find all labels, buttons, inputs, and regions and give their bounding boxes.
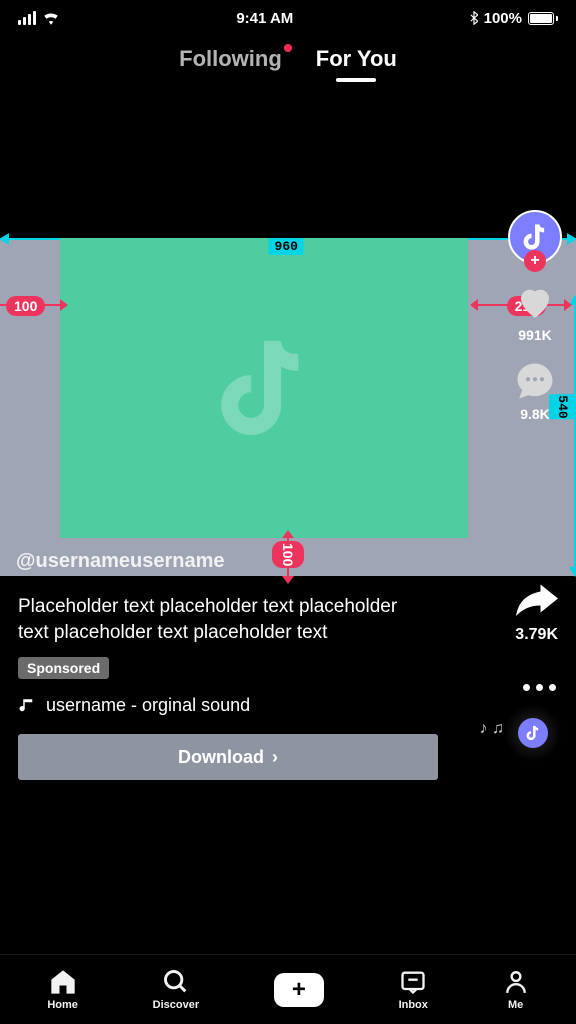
tiktok-logo-icon xyxy=(521,221,549,253)
music-note-icon xyxy=(18,697,36,715)
share-count: 3.79K xyxy=(515,626,558,644)
more-button[interactable] xyxy=(523,684,556,691)
music-notes-icon: ♪ ♫ xyxy=(480,720,504,738)
nav-create[interactable]: + xyxy=(274,973,324,1007)
sponsored-badge: Sponsored xyxy=(18,657,109,679)
margin-bottom-label: 100 xyxy=(272,541,304,568)
post-content: Placeholder text placeholder text placeh… xyxy=(0,576,576,780)
sound-row[interactable]: username - orginal sound xyxy=(18,695,558,716)
inbox-icon xyxy=(399,968,427,996)
download-button[interactable]: Download› xyxy=(18,734,438,780)
disc-logo-icon xyxy=(525,724,541,742)
caption: Placeholder text placeholder text placeh… xyxy=(18,594,398,645)
sound-disc[interactable] xyxy=(504,704,562,762)
comment-count: 9.8K xyxy=(520,406,550,422)
battery-percent: 100% xyxy=(484,10,522,27)
like-button[interactable]: 991K xyxy=(513,280,557,343)
status-time: 9:41 AM xyxy=(236,10,293,27)
profile-icon xyxy=(503,968,529,996)
safe-zone xyxy=(60,238,468,538)
sound-name: username - orginal sound xyxy=(46,695,250,716)
creator-avatar[interactable]: + xyxy=(508,210,562,264)
nav-inbox[interactable]: Inbox xyxy=(399,968,428,1011)
like-count: 991K xyxy=(518,327,551,343)
tab-following[interactable]: Following xyxy=(179,46,282,72)
margin-left-label: 100 xyxy=(6,296,45,316)
feed-tabs: Following For You xyxy=(0,36,576,88)
nav-home[interactable]: Home xyxy=(47,968,78,1011)
bluetooth-icon xyxy=(470,11,478,25)
comment-icon xyxy=(514,360,556,402)
dimension-width-label: 960 xyxy=(269,238,304,255)
engagement-rail: + 991K 9.8K xyxy=(508,210,562,422)
heart-icon xyxy=(514,281,556,323)
bottom-nav: Home Discover + Inbox Me xyxy=(0,954,576,1024)
share-button[interactable]: 3.79K xyxy=(515,584,558,644)
wifi-icon xyxy=(42,11,60,25)
nav-discover[interactable]: Discover xyxy=(153,968,199,1011)
status-bar: 9:41 AM 100% xyxy=(0,0,576,36)
tiktok-watermark-icon xyxy=(209,328,319,448)
username[interactable]: @usernameusername xyxy=(16,550,225,573)
tab-for-you[interactable]: For You xyxy=(316,46,397,72)
notification-dot xyxy=(284,44,292,52)
home-icon xyxy=(48,968,78,996)
share-icon xyxy=(516,584,558,620)
plus-icon: + xyxy=(292,976,306,1004)
nav-me[interactable]: Me xyxy=(503,968,529,1011)
video-preview[interactable]: 960 540 100 210 100 + 991K 9.8K @usernam… xyxy=(0,238,576,576)
battery-icon xyxy=(528,12,558,25)
follow-plus-icon[interactable]: + xyxy=(524,250,546,272)
search-icon xyxy=(162,968,190,996)
comment-button[interactable]: 9.8K xyxy=(513,359,557,422)
signal-icon xyxy=(18,11,36,25)
chevron-right-icon: › xyxy=(272,747,278,768)
